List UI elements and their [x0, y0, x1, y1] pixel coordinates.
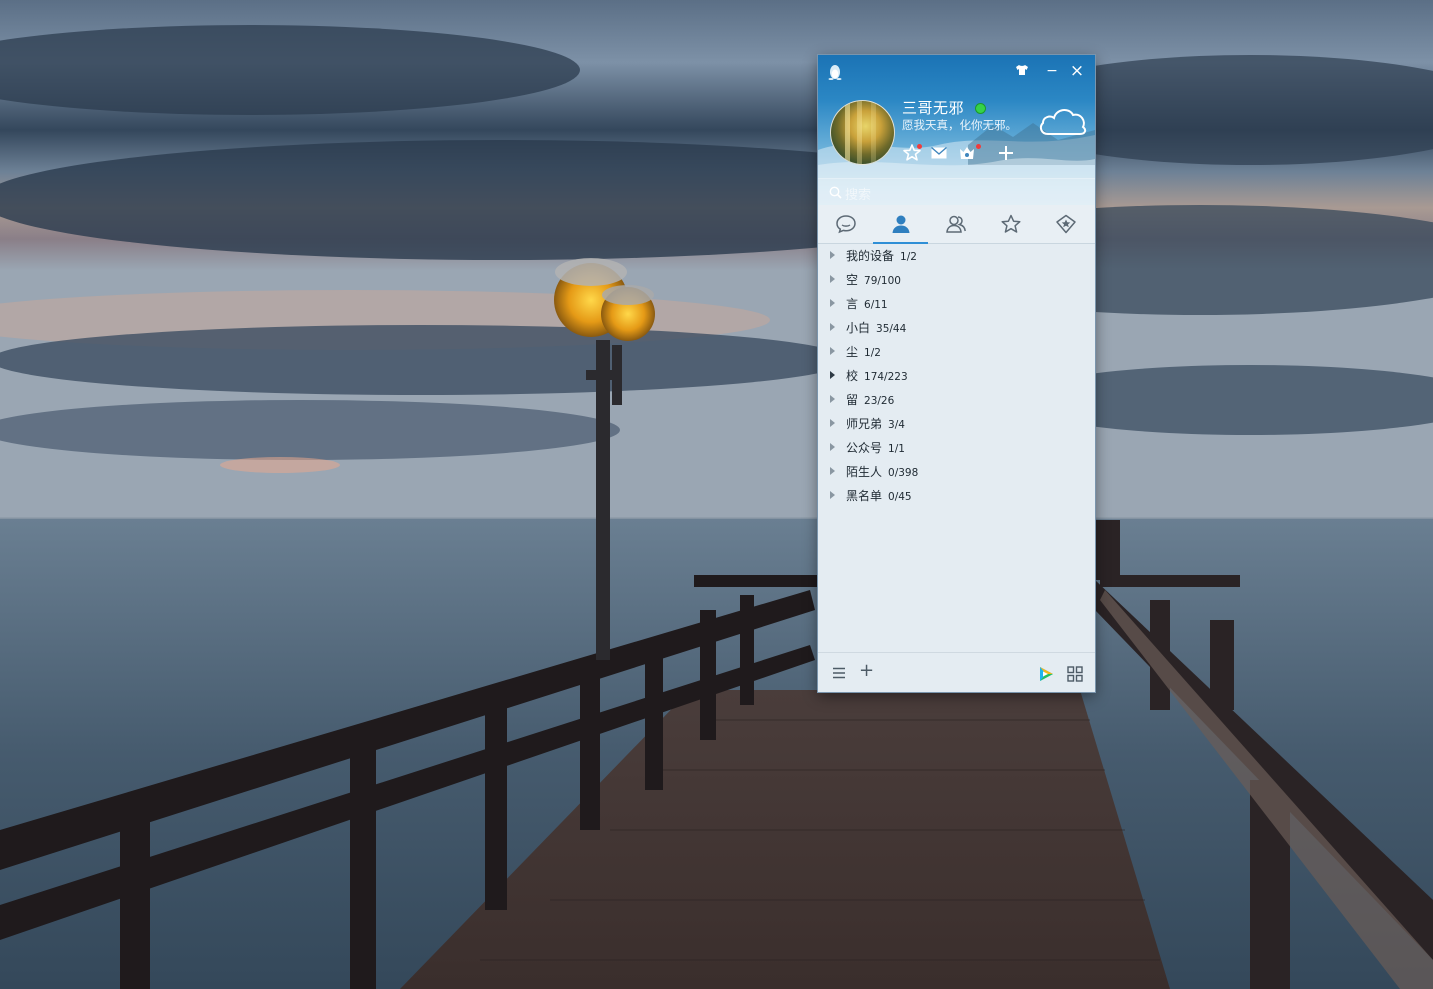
qzone-button[interactable] — [902, 143, 922, 163]
group-count: 6/11 — [864, 299, 888, 311]
desktop-wallpaper — [0, 0, 1433, 989]
diamond-star-icon — [1056, 214, 1076, 234]
tab-discover[interactable] — [1038, 205, 1093, 243]
expand-arrow-icon[interactable] — [830, 419, 835, 427]
app-grid-icon[interactable] — [1067, 666, 1083, 682]
add-button[interactable]: + — [859, 662, 874, 680]
profile-header: − × 三哥无邪 愿我天真，化你无邪。 搜索 — [818, 55, 1095, 205]
personal-signature[interactable]: 愿我天真，化你无邪。 — [902, 117, 1017, 133]
hamburger-menu-icon[interactable] — [832, 666, 846, 680]
star-icon — [1001, 214, 1021, 233]
notification-dot — [917, 144, 922, 149]
contact-group[interactable]: 黑名单 0/45 — [818, 484, 1095, 508]
group-count: 35/44 — [876, 323, 907, 335]
contact-group[interactable]: 空 79/100 — [818, 268, 1095, 292]
nickname[interactable]: 三哥无邪 — [902, 97, 964, 118]
expand-arrow-icon[interactable] — [830, 467, 835, 475]
mail-button[interactable] — [929, 143, 949, 163]
contact-group[interactable]: 陌生人 0/398 — [818, 460, 1095, 484]
group-name: 小白 35/44 — [846, 321, 907, 335]
tshirt-icon — [1016, 65, 1028, 75]
contact-group[interactable]: 尘 1/2 — [818, 340, 1095, 364]
expand-arrow-icon[interactable] — [830, 491, 835, 499]
group-name: 我的设备 1/2 — [846, 249, 917, 263]
group-name: 校 174/223 — [846, 369, 908, 383]
contact-group[interactable]: 师兄弟 3/4 — [818, 412, 1095, 436]
contact-group[interactable]: 我的设备 1/2 — [818, 244, 1095, 268]
contact-group[interactable]: 留 23/26 — [818, 388, 1095, 412]
group-count: 1/2 — [900, 251, 917, 263]
expand-arrow-icon[interactable] — [830, 371, 835, 379]
group-count: 79/100 — [864, 275, 901, 287]
people-icon — [946, 215, 966, 233]
group-name: 黑名单 0/45 — [846, 489, 912, 503]
group-count: 23/26 — [864, 395, 895, 407]
tencent-video-icon[interactable] — [1037, 665, 1055, 683]
tab-messages[interactable] — [818, 205, 873, 243]
title-bar[interactable]: − × — [818, 55, 1095, 87]
group-count: 0/398 — [888, 467, 919, 479]
close-button[interactable]: × — [1069, 63, 1085, 80]
group-name: 陌生人 0/398 — [846, 465, 919, 479]
group-count: 0/45 — [888, 491, 912, 503]
contact-group[interactable]: 校 174/223 — [818, 364, 1095, 388]
group-name: 言 6/11 — [846, 297, 888, 311]
contact-group[interactable]: 言 6/11 — [818, 292, 1095, 316]
chat-bubble-icon — [836, 215, 856, 234]
group-count: 174/223 — [864, 371, 908, 383]
expand-arrow-icon[interactable] — [830, 299, 835, 307]
expand-arrow-icon[interactable] — [830, 443, 835, 451]
wallpaper-pier-scene — [0, 0, 1433, 989]
group-name: 公众号 1/1 — [846, 441, 905, 455]
contact-group[interactable]: 小白 35/44 — [818, 316, 1095, 340]
plus-icon — [999, 146, 1013, 160]
vip-button[interactable] — [957, 143, 981, 163]
qq-penguin-icon[interactable] — [828, 64, 842, 80]
tab-groups[interactable] — [928, 205, 983, 243]
expand-arrow-icon[interactable] — [830, 251, 835, 259]
group-name: 尘 1/2 — [846, 345, 881, 359]
group-name: 留 23/26 — [846, 393, 895, 407]
crown-bag-icon — [960, 147, 974, 159]
contact-group-list: 我的设备 1/2 空 79/100 言 6/11 小白 35/44 尘 1/2 校 174/… — [818, 244, 1095, 508]
expand-arrow-icon[interactable] — [830, 395, 835, 403]
expand-arrow-icon[interactable] — [830, 347, 835, 355]
bottom-toolbar: + — [818, 652, 1095, 692]
avatar[interactable] — [830, 100, 895, 165]
group-count: 1/1 — [888, 443, 905, 455]
group-count: 1/2 — [864, 347, 881, 359]
search-input[interactable]: 搜索 — [845, 184, 871, 203]
notification-dot — [976, 144, 981, 149]
skin-button[interactable] — [1014, 63, 1030, 79]
qq-main-window[interactable]: − × 三哥无邪 愿我天真，化你无邪。 搜索 我的设备 1/2 空 79/100… — [818, 55, 1095, 692]
group-name: 空 79/100 — [846, 273, 901, 287]
person-icon — [892, 215, 910, 233]
main-tabs — [818, 205, 1095, 244]
group-count: 3/4 — [888, 419, 905, 431]
more-apps-button[interactable] — [996, 143, 1016, 163]
group-name: 师兄弟 3/4 — [846, 417, 905, 431]
expand-arrow-icon[interactable] — [830, 275, 835, 283]
tab-favorites[interactable] — [983, 205, 1038, 243]
minimize-button[interactable]: − — [1044, 63, 1060, 79]
mail-icon — [931, 146, 947, 159]
contact-group[interactable]: 公众号 1/1 — [818, 436, 1095, 460]
expand-arrow-icon[interactable] — [830, 323, 835, 331]
weather-cloud-icon[interactable] — [1037, 103, 1089, 139]
search-bar[interactable]: 搜索 — [818, 178, 1095, 205]
online-status-indicator[interactable] — [975, 103, 986, 114]
tab-contacts[interactable] — [873, 205, 928, 244]
search-icon — [829, 186, 842, 199]
